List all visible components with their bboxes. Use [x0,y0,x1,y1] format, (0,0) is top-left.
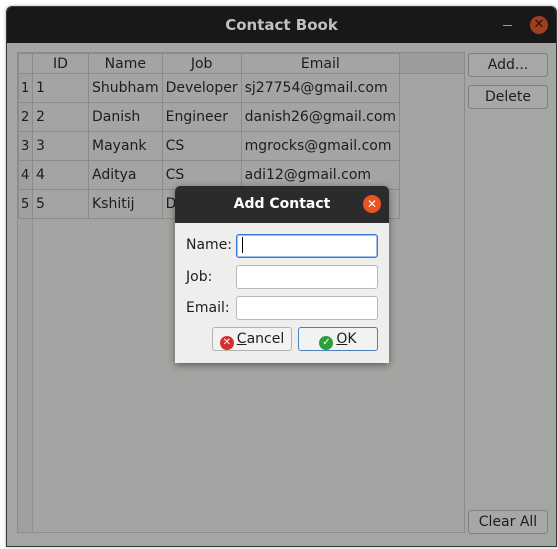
delete-button[interactable]: Delete [468,85,548,109]
name-field[interactable] [236,234,378,258]
column-header-job[interactable]: Job [161,53,242,74]
table-header-row: ID Name Job Email [18,53,401,74]
cell-id[interactable]: 1 [32,73,89,103]
email-field[interactable] [236,296,378,320]
job-field[interactable] [236,265,378,289]
row-number[interactable]: 2 [18,102,33,132]
cell-id[interactable]: 5 [32,189,89,219]
ok-button[interactable]: ✓ OK [298,327,378,351]
ok-label-rest: K [347,331,357,347]
cell-job[interactable]: Developer [161,73,242,103]
job-label: Job: [186,269,213,285]
cancel-label-rest: ancel [246,331,285,347]
cell-job[interactable]: Engineer [161,102,242,132]
cancel-mnemonic: C [236,331,247,347]
minimize-icon[interactable] [503,25,512,26]
dialog-title: Add Contact [233,196,331,212]
cell-email[interactable]: mgrocks@gmail.com [240,131,401,161]
add-contact-dialog: Add Contact ✕ Name: Job: Email: ✕ Cancel … [175,186,389,363]
row-number[interactable]: 3 [18,131,33,161]
cell-email[interactable]: danish26@gmail.com [240,102,401,132]
column-header-id[interactable]: ID [32,53,89,74]
cell-name[interactable]: Shubham [88,73,163,103]
clear-all-button[interactable]: Clear All [468,510,548,534]
text-caret [242,237,243,253]
row-number[interactable]: 5 [18,189,33,219]
email-label: Email: [186,300,230,316]
check-circle-icon: ✓ [319,336,334,350]
table-row[interactable]: 2 2 Danish Engineer danish26@gmail.com [18,102,401,132]
title-bar[interactable]: Contact Book ✕ [7,7,556,43]
table-row[interactable]: 1 1 Shubham Developer sj27754@gmail.com [18,73,401,103]
column-header-name[interactable]: Name [88,53,163,74]
name-label: Name: [186,237,233,253]
cell-id[interactable]: 4 [32,160,89,190]
window-title: Contact Book [225,16,338,34]
cancel-circle-icon: ✕ [219,336,234,350]
cell-name[interactable]: Aditya [88,160,163,190]
add-button[interactable]: Add... [468,53,548,77]
cell-email[interactable]: sj27754@gmail.com [240,73,401,103]
cell-name[interactable]: Kshitij [88,189,163,219]
cancel-button[interactable]: ✕ Cancel [212,327,292,351]
window-close-icon[interactable]: ✕ [530,16,548,34]
dialog-title-bar[interactable]: Add Contact ✕ [175,186,389,223]
row-number[interactable]: 4 [18,160,33,190]
cell-id[interactable]: 2 [32,102,89,132]
table-row[interactable]: 3 3 Mayank CS mgrocks@gmail.com [18,131,401,161]
ok-mnemonic: O [336,331,348,347]
cell-job[interactable]: CS [161,131,242,161]
dialog-close-icon[interactable]: ✕ [363,195,381,213]
column-header-email[interactable]: Email [240,53,401,74]
cell-id[interactable]: 3 [32,131,89,161]
corner-cell[interactable] [18,53,33,74]
cell-name[interactable]: Mayank [88,131,163,161]
cell-name[interactable]: Danish [88,102,163,132]
row-number[interactable]: 1 [18,73,33,103]
